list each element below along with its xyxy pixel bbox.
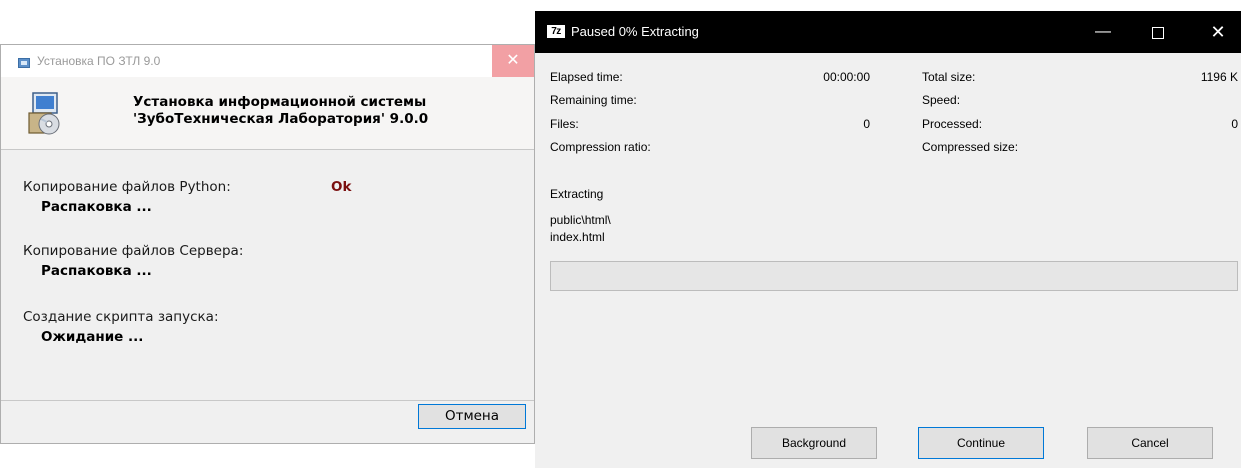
cancel-button[interactable]: Cancel bbox=[1087, 427, 1213, 459]
installer-window-title: Установка ПО ЗТЛ 9.0 bbox=[37, 54, 161, 68]
maximize-button[interactable] bbox=[1135, 11, 1181, 53]
background-button[interactable]: Background bbox=[751, 427, 877, 459]
installer-window-icon bbox=[18, 58, 30, 68]
minimize-button[interactable]: — bbox=[1080, 11, 1126, 53]
installer-heading-line2: 'ЗубоТехническая Лаборатория' 9.0.0 bbox=[133, 111, 429, 127]
elapsed-time-label: Elapsed time: bbox=[550, 70, 623, 84]
installer-heading: Установка информационной системы 'ЗубоТе… bbox=[133, 94, 428, 128]
sevenzip-app-icon: 7z bbox=[547, 25, 565, 38]
remaining-time-label: Remaining time: bbox=[550, 93, 637, 107]
step-python-result: Ok bbox=[331, 179, 352, 195]
step-server-status: Распаковка ... bbox=[41, 263, 152, 279]
installer-disk-icon bbox=[28, 92, 60, 135]
installer-cancel-button[interactable]: Отмена bbox=[418, 404, 526, 429]
continue-button[interactable]: Continue bbox=[918, 427, 1044, 459]
files-value: 0 bbox=[863, 117, 870, 131]
installer-heading-line1: Установка информационной системы bbox=[133, 94, 427, 110]
installer-header: Установка информационной системы 'ЗубоТе… bbox=[1, 77, 534, 150]
speed-label: Speed: bbox=[922, 93, 961, 107]
sevenzip-window: 7z Paused 0% Extracting — ✕ Elapsed time… bbox=[535, 11, 1241, 468]
step-script-status: Ожидание ... bbox=[41, 329, 144, 345]
installer-window: Установка ПО ЗТЛ 9.0 ✕ Установка информа… bbox=[0, 44, 535, 444]
maximize-icon bbox=[1152, 26, 1164, 39]
extraction-progress-bar bbox=[550, 261, 1238, 291]
current-path: public\html\ bbox=[550, 213, 611, 227]
step-server-label: Копирование файлов Сервера: bbox=[23, 243, 244, 259]
close-button[interactable]: ✕ bbox=[1195, 11, 1241, 53]
total-size-value: 1196 K bbox=[1200, 70, 1238, 84]
step-python-label: Копирование файлов Python: bbox=[23, 179, 231, 195]
processed-value: 0 bbox=[1231, 117, 1238, 131]
processed-label: Processed: bbox=[922, 117, 983, 131]
elapsed-time-value: 00:00:00 bbox=[823, 70, 870, 84]
installer-close-button[interactable]: ✕ bbox=[492, 45, 534, 77]
sevenzip-titlebar[interactable]: 7z Paused 0% Extracting — ✕ bbox=[535, 11, 1241, 53]
installer-footer-divider bbox=[1, 400, 534, 401]
operation-status: Extracting bbox=[550, 187, 604, 201]
total-size-label: Total size: bbox=[922, 70, 976, 84]
installer-titlebar[interactable]: Установка ПО ЗТЛ 9.0 ✕ bbox=[1, 45, 534, 77]
files-label: Files: bbox=[550, 117, 579, 131]
sevenzip-window-title: Paused 0% Extracting bbox=[571, 24, 699, 39]
step-script-label: Создание скрипта запуска: bbox=[23, 309, 219, 325]
compressed-size-label: Compressed size: bbox=[922, 140, 1019, 154]
step-python-status: Распаковка ... bbox=[41, 199, 152, 215]
compression-ratio-label: Compression ratio: bbox=[550, 140, 651, 154]
current-file: index.html bbox=[550, 230, 605, 244]
